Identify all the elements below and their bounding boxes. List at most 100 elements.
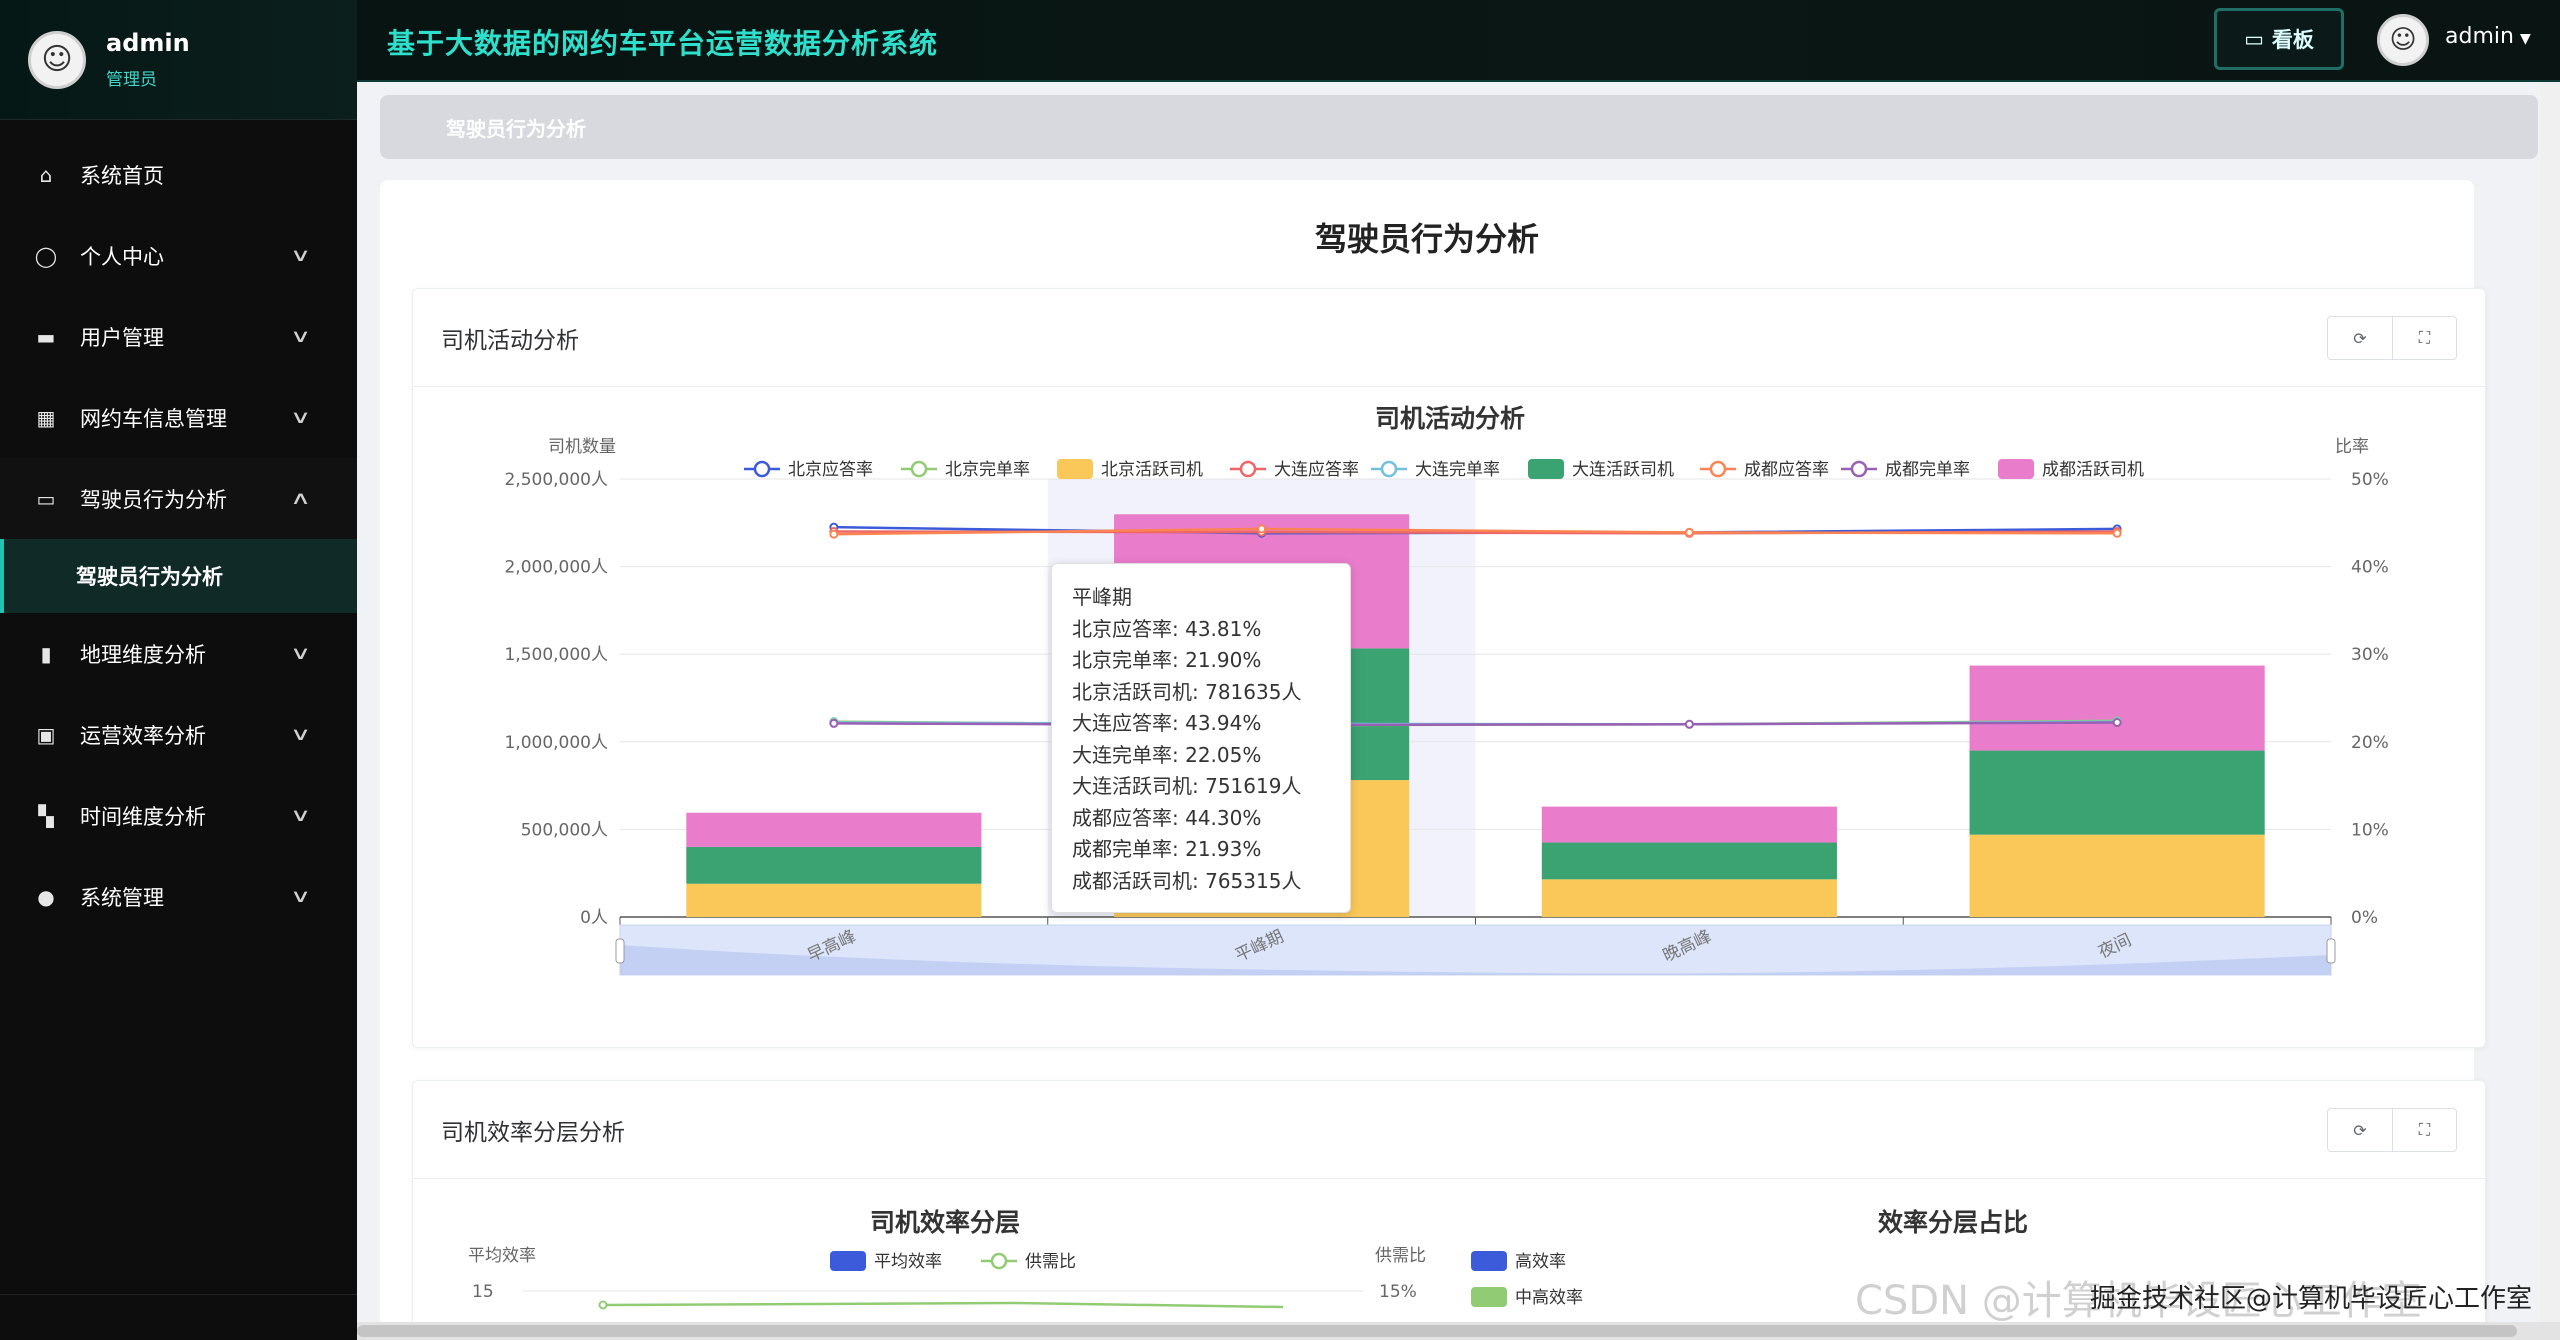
sidebar-item[interactable]: ● 系统管理 ∨	[0, 856, 357, 937]
bar-segment	[1969, 750, 2265, 835]
tooltip-line: 北京活跃司机: 781635人	[1072, 679, 1302, 704]
legend-symbol	[830, 1251, 866, 1271]
y-axis-label: 司机数量	[548, 437, 616, 457]
horizontal-scrollbar[interactable]	[357, 1322, 2560, 1340]
chat-icon: ▭	[36, 486, 56, 511]
fullscreen-icon[interactable]: ⛶	[2392, 1109, 2456, 1151]
y2-tick-label: 0%	[2351, 908, 2378, 928]
chevron-icon: ∨	[289, 643, 311, 664]
y2-tick-label: 40%	[2351, 558, 2389, 578]
activity-card-header: 司机活动分析 ⟳ ⛶	[413, 289, 2485, 387]
sidebar-item-label: 时间维度分析	[80, 804, 206, 829]
legend-label: 成都完单率	[1885, 460, 1970, 480]
efficiency-card-header: 司机效率分层分析 ⟳ ⛶	[413, 1081, 2485, 1179]
legend-symbol	[1998, 459, 2034, 479]
clipboard-icon: ▣	[36, 722, 56, 747]
tooltip-line: 大连活跃司机: 751619人	[1072, 774, 1302, 798]
sidebar-item[interactable]: ▬ 用户管理 ∨	[0, 296, 357, 377]
bar-segment	[686, 812, 982, 847]
series-point	[1257, 524, 1267, 534]
top-avatar[interactable]: ☺	[2377, 14, 2429, 66]
grid-icon: ▚	[38, 803, 54, 828]
vertical-scrollbar[interactable]	[2540, 82, 2560, 1322]
monitor-icon: ▭	[2244, 27, 2264, 51]
legend-symbol	[1528, 459, 1564, 479]
briefcase-icon: ▬	[36, 324, 56, 349]
topbar: 基于大数据的网约车平台运营数据分析系统 ▭ 看板 ☺ admin ▼	[357, 0, 2560, 82]
user-dropdown[interactable]: admin ▼	[2445, 24, 2531, 49]
sidebar-item[interactable]: ▚ 时间维度分析 ∨	[0, 775, 357, 856]
legend-symbol	[1239, 460, 1257, 478]
legend-symbol	[1471, 1251, 1507, 1271]
sidebar-item-label: 用户管理	[80, 325, 164, 350]
tooltip-line: 大连完单率: 22.05%	[1072, 742, 1262, 767]
legend-label: 北京完单率	[945, 460, 1030, 480]
sidebar-subitem-active[interactable]: 驾驶员行为分析	[0, 539, 357, 613]
kanban-button[interactable]: ▭ 看板	[2214, 8, 2344, 70]
legend-symbol	[1471, 1287, 1507, 1307]
bar-segment	[686, 846, 982, 884]
y2-tick-label: 10%	[2351, 820, 2389, 840]
bar-segment	[1541, 842, 1837, 880]
sidebar-item[interactable]: ▭ 驾驶员行为分析 ∧	[0, 458, 357, 539]
series-point	[1684, 719, 1694, 729]
legend-symbol	[753, 460, 771, 478]
chevron-icon: ∧	[289, 488, 311, 509]
series-point	[2112, 718, 2122, 728]
chevron-icon: ∨	[289, 886, 311, 907]
y-tick-label: 2,500,000人	[504, 470, 608, 490]
chart-tooltip: 平峰期 北京应答率: 43.81% 北京完单率: 21.90% 北京活跃司机: 78…	[1051, 563, 1351, 913]
bar-segment	[686, 883, 982, 917]
legend-symbol	[910, 460, 928, 478]
tooltip-line: 成都应答率: 44.30%	[1072, 805, 1262, 830]
sidebar-item-label: 系统管理	[80, 885, 164, 910]
tooltip-line: 北京应答率: 43.81%	[1072, 616, 1262, 641]
sidebar-item[interactable]: ◯ 个人中心 ∨	[0, 215, 357, 296]
chart-title: 司机活动分析	[1375, 404, 1525, 433]
sidebar-item[interactable]: ▮ 地理维度分析 ∨	[0, 613, 357, 694]
tooltip-line: 北京完单率: 21.90%	[1072, 648, 1262, 672]
chevron-icon: ∨	[289, 326, 311, 347]
series-line	[602, 1301, 1284, 1309]
refresh-icon[interactable]: ⟳	[2328, 1109, 2392, 1151]
datazoom-handle-right	[2326, 938, 2336, 964]
y2-axis-label: 供需比	[1375, 1246, 1426, 1266]
sidebar-item-label: 驾驶员行为分析	[80, 487, 227, 512]
chevron-icon: ∨	[289, 724, 311, 745]
activity-card: 司机活动分析 ⟳ ⛶ 司机活动分析 司机数量 比率 0人 0% 500,000人 10% 1,…	[412, 288, 2486, 1048]
chart-icon: ▮	[40, 641, 52, 666]
activity-chart: 司机活动分析司机数量 比率 0人 0% 500,000人 10% 1,000,000人 20%…	[504, 404, 2389, 976]
y2-tick-label: 15%	[1379, 1282, 1417, 1302]
legend-label: 大连活跃司机	[1572, 460, 1674, 480]
sidebar: ☺ admin 管理员 ⌂ 系统首页 ◯ 个人中心 ∨ ▬ 用户管理 ∨ ▦ 网约车…	[0, 0, 357, 1340]
chevron-icon: ∨	[289, 245, 311, 266]
sidebar-item-label: 网约车信息管理	[80, 406, 227, 431]
scrollbar-thumb[interactable]	[357, 1325, 2517, 1337]
y-tick-label: 1,000,000人	[504, 733, 608, 753]
sidebar-item[interactable]: ⌂ 系统首页	[0, 134, 357, 215]
fullscreen-icon[interactable]: ⛶	[2392, 317, 2456, 359]
sidebar-user-name: admin	[106, 29, 190, 57]
sidebar-header: ☺ admin 管理员	[0, 0, 357, 120]
chart-title: 司机效率分层	[870, 1208, 1020, 1237]
sidebar-item-label: 个人中心	[80, 244, 164, 269]
legend-label: 大连应答率	[1274, 460, 1359, 480]
home-icon: ⌂	[39, 162, 53, 187]
chevron-icon: ∨	[289, 805, 311, 826]
breadcrumb-item[interactable]: 驾驶员行为分析	[446, 113, 586, 142]
legend-label: 北京应答率	[788, 460, 873, 480]
legend-label: 北京活跃司机	[1101, 460, 1203, 480]
person-icon: ●	[37, 884, 55, 909]
sidebar-item[interactable]: ▦ 网约车信息管理 ∨	[0, 377, 357, 458]
legend-label: 中高效率	[1515, 1288, 1583, 1308]
calendar-icon: ▦	[36, 405, 56, 430]
sidebar-item[interactable]: ▣ 运营效率分析 ∨	[0, 694, 357, 775]
legend-label: 高效率	[1515, 1252, 1566, 1272]
breadcrumb: 驾驶员行为分析	[380, 95, 2538, 159]
refresh-icon[interactable]: ⟳	[2328, 317, 2392, 359]
avatar[interactable]: ☺	[28, 30, 86, 89]
bar-segment	[1969, 834, 2265, 917]
activity-chart-area: 司机活动分析 司机数量 比率 0人 0% 500,000人 10% 1,000,000人 20%…	[413, 387, 2487, 1047]
watermark-overlay: 掘金技术社区@计算机毕设匠心工作室	[2090, 1284, 2533, 1314]
y-tick-label: 2,000,000人	[504, 558, 608, 578]
